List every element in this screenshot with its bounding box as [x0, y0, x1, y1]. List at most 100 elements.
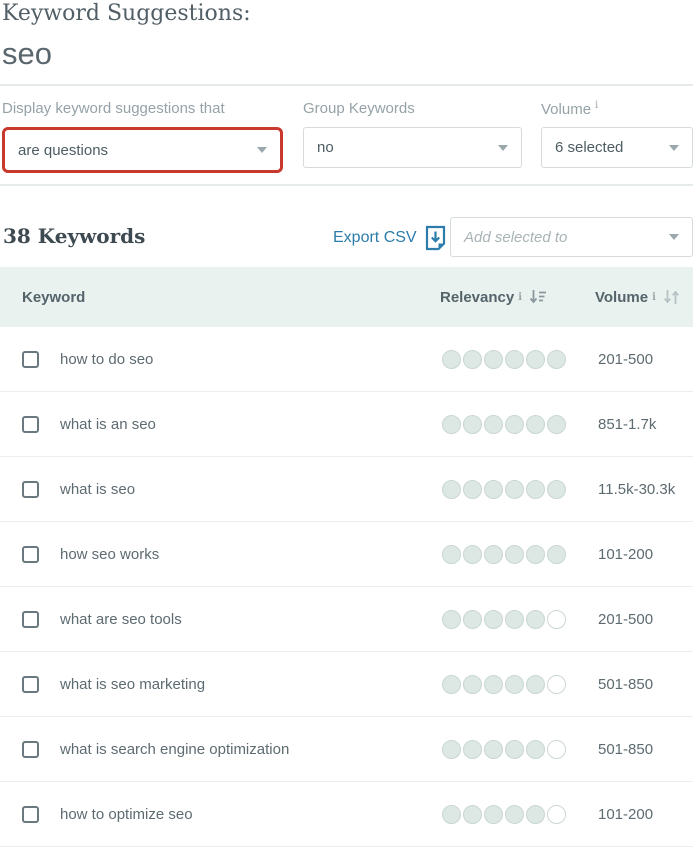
group-keywords-select[interactable]: no — [303, 127, 522, 168]
row-checkbox[interactable] — [22, 740, 39, 758]
sort-up-down-icon[interactable] — [663, 289, 680, 305]
relevancy-dot — [526, 349, 545, 369]
info-icon[interactable]: i — [595, 100, 598, 111]
relevancy-dots — [442, 739, 566, 759]
relevancy-dot — [505, 674, 524, 694]
relevancy-dot — [463, 544, 482, 564]
keyword-cell: how seo works — [0, 545, 440, 563]
relevancy-cell — [440, 739, 595, 759]
relevancy-cell — [440, 349, 595, 369]
volume-value: 501-850 — [598, 740, 654, 758]
relevancy-dot — [463, 479, 482, 499]
info-icon[interactable]: i — [518, 292, 522, 303]
chevron-down-icon — [257, 147, 267, 153]
relevancy-dot — [505, 804, 524, 824]
query-term: seo — [2, 36, 52, 71]
relevancy-dot — [505, 479, 524, 499]
relevancy-dot — [547, 414, 566, 434]
group-keywords-label: Group Keywords — [303, 100, 415, 117]
relevancy-dot — [442, 479, 461, 499]
page-title: Keyword Suggestions: — [2, 1, 251, 26]
filter-volume: Volume i 6 selected — [541, 100, 693, 168]
volume-filter-label: Volume i — [541, 100, 599, 118]
relevancy-dot — [526, 414, 545, 434]
relevancy-dots — [442, 349, 566, 369]
table-row: what is an seo 851-1.7k — [0, 392, 693, 457]
highlight-ring: are questions — [2, 127, 283, 173]
volume-select[interactable]: 6 selected — [541, 127, 693, 168]
row-checkbox[interactable] — [22, 415, 39, 433]
table-row: how to do seo 201-500 — [0, 327, 693, 392]
display-suggestions-select[interactable]: are questions — [5, 130, 280, 170]
add-selected-dropdown[interactable]: Add selected to — [450, 217, 693, 257]
export-csv-link[interactable]: Export CSV — [333, 225, 446, 251]
header-divider — [0, 84, 693, 86]
relevancy-dot — [505, 544, 524, 564]
relevancy-dot — [547, 479, 566, 499]
volume-cell: 501-850 — [595, 676, 693, 693]
relevancy-dot — [526, 739, 545, 759]
relevancy-dot — [547, 544, 566, 564]
relevancy-dot — [484, 479, 503, 499]
keyword-cell: what are seo tools — [0, 610, 440, 628]
relevancy-dot — [484, 544, 503, 564]
relevancy-dot — [547, 804, 566, 824]
relevancy-dot — [463, 349, 482, 369]
relevancy-dot — [442, 544, 461, 564]
relevancy-dots — [442, 479, 566, 499]
volume-value: 851-1.7k — [598, 415, 657, 433]
keyword-count: 38 Keywords — [3, 224, 146, 248]
relevancy-dot — [442, 349, 461, 369]
volume-cell: 11.5k-30.3k — [595, 481, 693, 498]
filters-divider — [0, 184, 693, 186]
relevancy-dot — [442, 414, 461, 434]
info-icon[interactable]: i — [652, 292, 656, 303]
relevancy-dot — [484, 349, 503, 369]
relevancy-dot — [505, 739, 524, 759]
relevancy-dot — [463, 414, 482, 434]
keyword-cell: what is search engine optimization — [0, 740, 440, 758]
row-checkbox[interactable] — [22, 545, 39, 563]
relevancy-dots — [442, 544, 566, 564]
relevancy-dot — [526, 674, 545, 694]
relevancy-dots — [442, 804, 566, 824]
header-keyword-label: Keyword — [22, 288, 86, 306]
keyword-label: what are seo tools — [60, 610, 182, 628]
volume-value: 201-500 — [598, 610, 654, 628]
relevancy-cell — [440, 674, 595, 694]
keyword-cell: how to do seo — [0, 350, 440, 368]
keywords-table: Keyword Relevancy i Volume i how to do s… — [0, 267, 693, 847]
relevancy-dot — [526, 609, 545, 629]
relevancy-dot — [442, 804, 461, 824]
volume-select-value: 6 selected — [555, 139, 624, 156]
header-relevancy-label: Relevancy — [440, 288, 515, 306]
row-checkbox[interactable] — [22, 480, 39, 498]
relevancy-dot — [442, 609, 461, 629]
group-keywords-value: no — [317, 139, 334, 156]
chevron-down-icon — [669, 144, 679, 151]
keyword-label: what is an seo — [60, 415, 156, 433]
relevancy-dots — [442, 609, 566, 629]
relevancy-dot — [547, 349, 566, 369]
relevancy-dot — [463, 804, 482, 824]
row-checkbox[interactable] — [22, 675, 39, 693]
row-checkbox[interactable] — [22, 610, 39, 628]
volume-value: 101-200 — [598, 805, 654, 823]
keyword-cell: what is seo marketing — [0, 675, 440, 693]
relevancy-dot — [484, 609, 503, 629]
sort-descending-icon[interactable] — [529, 289, 547, 305]
table-header-row: Keyword Relevancy i Volume i — [0, 267, 693, 327]
filter-display-suggestions: Display keyword suggestions that are que… — [2, 100, 283, 173]
row-checkbox[interactable] — [22, 350, 39, 368]
relevancy-dot — [547, 609, 566, 629]
volume-value: 501-850 — [598, 675, 654, 693]
volume-value: 201-500 — [598, 350, 654, 368]
download-document-icon — [425, 225, 446, 251]
row-checkbox[interactable] — [22, 805, 39, 823]
relevancy-dot — [442, 674, 461, 694]
keyword-label: what is seo marketing — [60, 675, 206, 693]
relevancy-dot — [484, 414, 503, 434]
header-volume-label: Volume — [595, 288, 649, 306]
header-keyword: Keyword — [0, 289, 440, 306]
page-header: Keyword Suggestions: seo — [2, 0, 251, 71]
